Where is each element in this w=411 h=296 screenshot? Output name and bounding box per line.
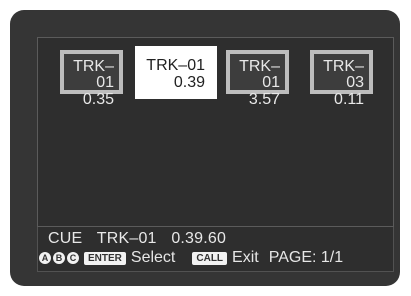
cue-item[interactable]: TRK–01 3.57 [226, 50, 289, 108]
cue-item[interactable]: TRK–01 0.35 [60, 50, 123, 108]
cue-time: 0.11 [334, 91, 364, 108]
cue-time: 0.39 [173, 74, 205, 91]
exit-label: Exit [232, 249, 259, 266]
call-key[interactable]: CALL [192, 251, 228, 265]
cue-item[interactable]: TRK–03 0.11 [310, 50, 373, 108]
button-b-icon[interactable]: B [53, 252, 65, 264]
enter-key[interactable]: ENTER [84, 251, 126, 265]
status-track: TRK–01 [96, 230, 157, 247]
cue-panel: TRK–01 0.35 TRK–01 0.39 TRK–01 3.57 TRK–… [37, 37, 394, 272]
cue-time: 3.57 [248, 91, 280, 108]
cue-track: TRK–03 [323, 58, 364, 91]
cue-item-selected[interactable]: TRK–01 0.39 [135, 46, 217, 99]
cue-track: TRK–01 [73, 58, 114, 91]
screen-frame: TRK–01 0.35 TRK–01 0.39 TRK–01 3.57 TRK–… [10, 10, 400, 286]
button-c-icon[interactable]: C [67, 252, 79, 264]
select-label: Select [130, 249, 176, 266]
page-indicator: PAGE: 1/1 [268, 249, 344, 266]
cue-time: 0.35 [82, 91, 114, 108]
status-line: CUE TRK–01 0.39.60 [48, 230, 236, 248]
button-a-icon[interactable]: A [39, 252, 51, 264]
status-time: 0.39.60 [171, 230, 227, 247]
footer-bar: A B C ENTER Select CALL Exit PAGE: 1/1 [39, 248, 394, 268]
cue-track: TRK–01 [239, 58, 280, 91]
cue-track: TRK–01 [146, 57, 205, 74]
cue-grid: TRK–01 0.35 TRK–01 0.39 TRK–01 3.57 TRK–… [37, 37, 394, 227]
status-mode: CUE [48, 230, 83, 247]
